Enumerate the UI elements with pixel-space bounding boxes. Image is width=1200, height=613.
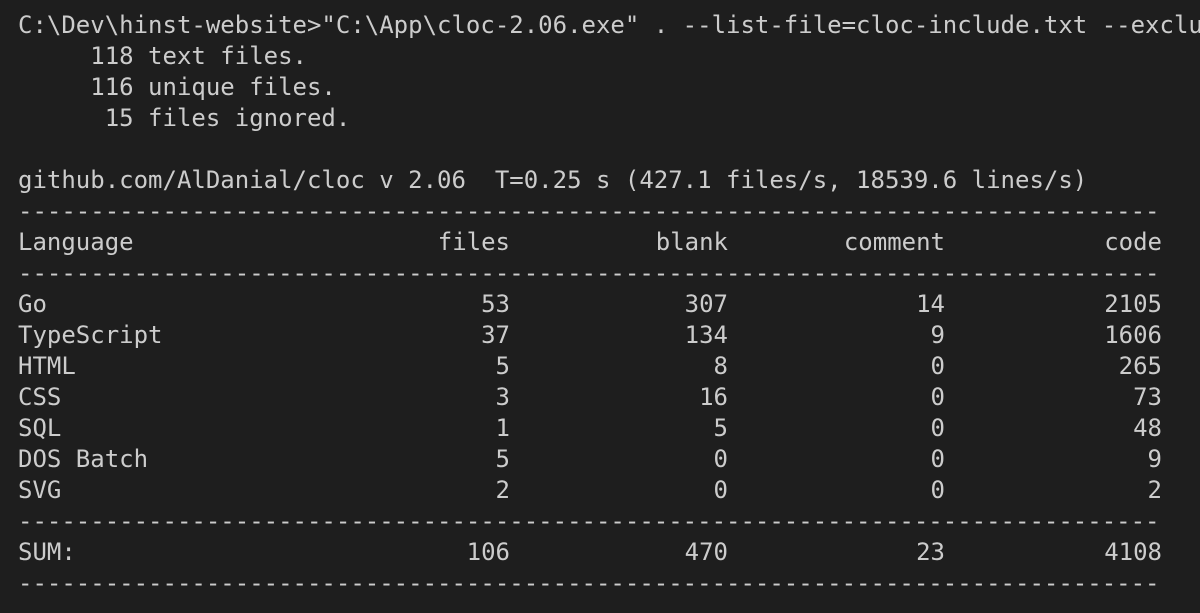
summary-text-files: 118 text files. — [18, 42, 307, 70]
sum-comment: 23 — [916, 538, 945, 566]
cell-comment: 9 — [930, 321, 945, 349]
cell-blank: 16 — [699, 383, 728, 411]
cell-comment: 14 — [916, 290, 945, 318]
sum-label: SUM: — [18, 538, 76, 566]
cell-blank: 0 — [713, 476, 728, 504]
cell-language: TypeScript — [18, 321, 163, 349]
table-row: HTML 5 8 0 265 — [18, 351, 1200, 382]
summary-ignored-files: 15 files ignored. — [18, 104, 351, 132]
command-line[interactable]: C:\Dev\hinst-website>"C:\App\cloc-2.06.e… — [18, 10, 1200, 41]
cell-files: 5 — [495, 352, 510, 380]
cell-language: SQL — [18, 414, 62, 442]
cell-files: 2 — [495, 476, 510, 504]
separator-header: ----------------------------------------… — [18, 259, 1160, 287]
cell-code: 1606 — [1104, 321, 1162, 349]
sum-files: 106 — [466, 538, 510, 566]
column-header-code: code — [1104, 228, 1162, 256]
cell-code: 2105 — [1104, 290, 1162, 318]
cell-language: DOS Batch — [18, 445, 149, 473]
separator-bottom: ----------------------------------------… — [18, 569, 1160, 597]
cell-files: 37 — [481, 321, 510, 349]
terminal-output: C:\Dev\hinst-website>"C:\App\cloc-2.06.e… — [0, 0, 1200, 613]
cell-blank: 134 — [684, 321, 728, 349]
sum-blank: 470 — [684, 538, 728, 566]
cell-blank: 307 — [684, 290, 728, 318]
cell-code: 265 — [1118, 352, 1162, 380]
cell-language: CSS — [18, 383, 62, 411]
cell-blank: 5 — [713, 414, 728, 442]
cell-language: HTML — [18, 352, 76, 380]
separator-sum: ----------------------------------------… — [18, 507, 1160, 535]
cell-language: Go — [18, 290, 47, 318]
table-row: DOS Batch 5 0 0 9 — [18, 444, 1200, 475]
table-header-row: Language files blank comment code — [18, 227, 1200, 258]
summary-unique-files: 116 unique files. — [18, 73, 336, 101]
cell-comment: 0 — [930, 352, 945, 380]
cell-code: 73 — [1133, 383, 1162, 411]
table-row: SQL 1 5 0 48 — [18, 413, 1200, 444]
table-row: Go 53 307 14 2105 — [18, 289, 1200, 320]
column-header-files: files — [437, 228, 510, 256]
column-header-comment: comment — [843, 228, 945, 256]
cell-language: SVG — [18, 476, 62, 504]
column-header-blank: blank — [655, 228, 728, 256]
cell-comment: 0 — [930, 445, 945, 473]
cell-files: 1 — [495, 414, 510, 442]
cell-files: 3 — [495, 383, 510, 411]
cloc-version-line: github.com/AlDanial/cloc v 2.06 T=0.25 s… — [18, 166, 1088, 194]
cell-blank: 0 — [713, 445, 728, 473]
cell-files: 53 — [481, 290, 510, 318]
cell-comment: 0 — [930, 383, 945, 411]
table-row: SVG 2 0 0 2 — [18, 475, 1200, 506]
table-row: TypeScript 37 134 9 1606 — [18, 320, 1200, 351]
cell-files: 5 — [495, 445, 510, 473]
cell-comment: 0 — [930, 476, 945, 504]
cell-blank: 8 — [713, 352, 728, 380]
sum-row: SUM: 106 470 23 4108 — [18, 537, 1200, 568]
cell-code: 9 — [1147, 445, 1162, 473]
sum-code: 4108 — [1104, 538, 1162, 566]
cell-code: 2 — [1147, 476, 1162, 504]
table-row: CSS 3 16 0 73 — [18, 382, 1200, 413]
column-header-language: Language — [18, 228, 134, 256]
cell-comment: 0 — [930, 414, 945, 442]
cell-code: 48 — [1133, 414, 1162, 442]
separator-top: ----------------------------------------… — [18, 197, 1160, 225]
